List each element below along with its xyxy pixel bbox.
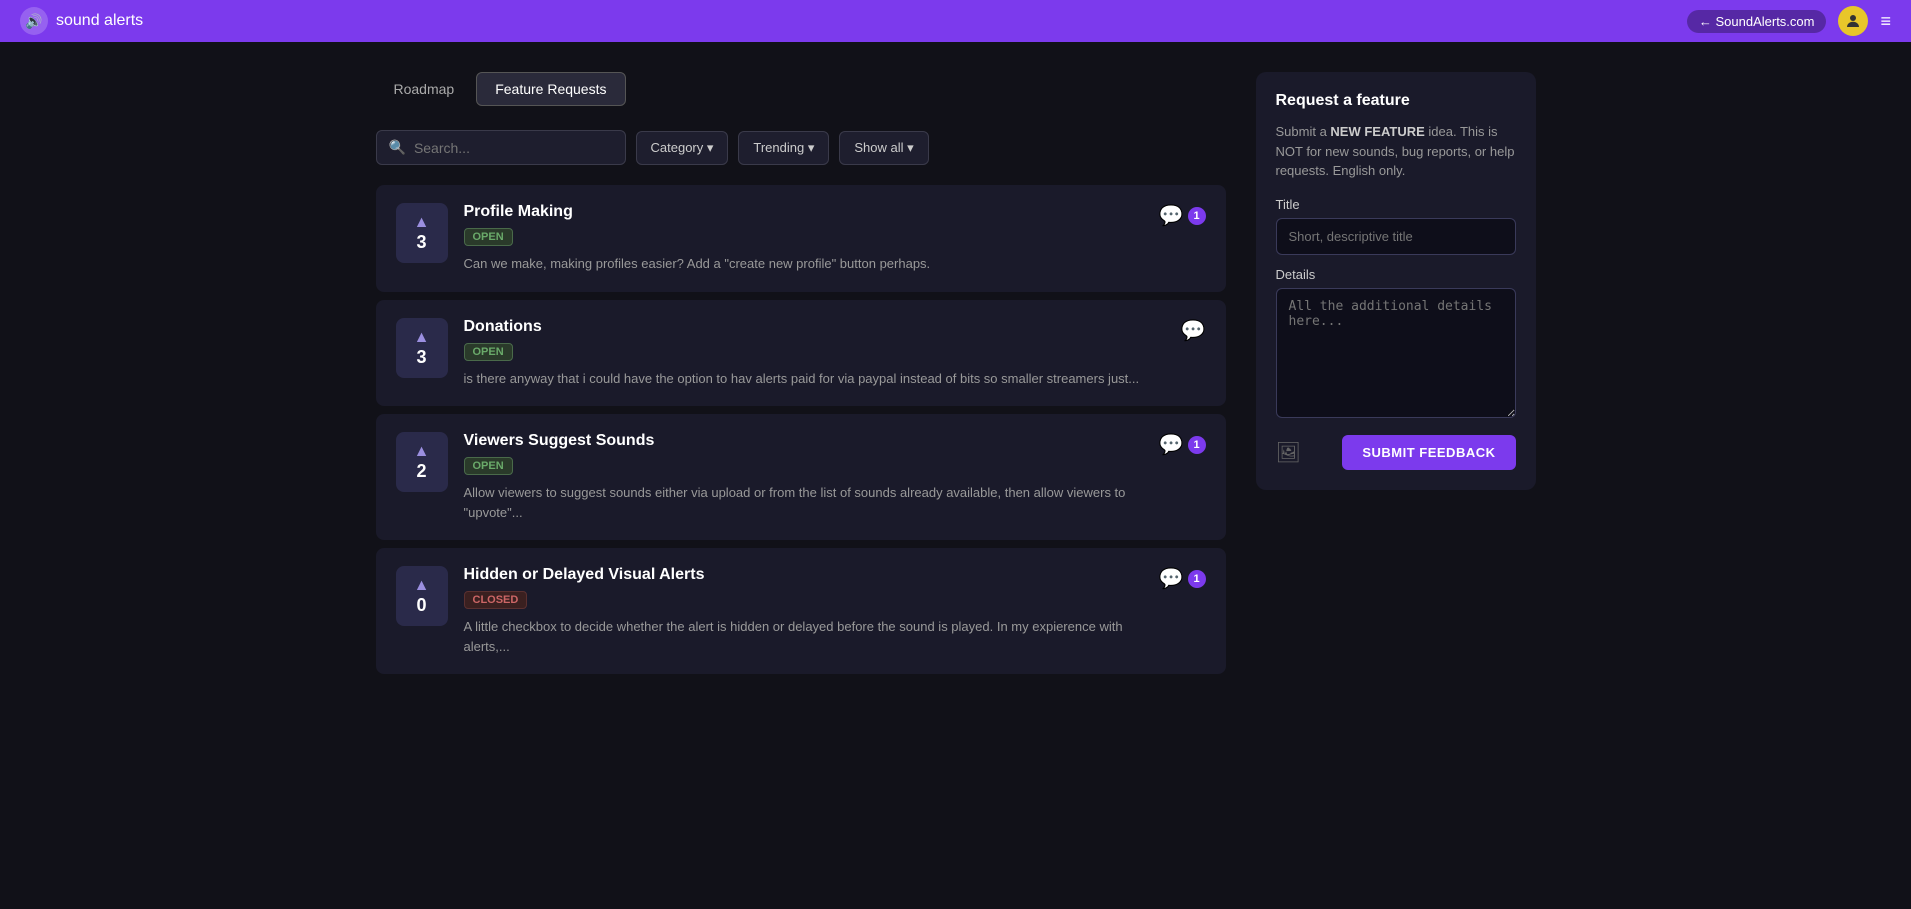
comment-icon: 💬 (1159, 203, 1184, 228)
avatar[interactable] (1838, 6, 1868, 36)
logo-icon: 🔊 (20, 7, 48, 35)
comment-bubble[interactable]: 💬 (1181, 318, 1206, 343)
vote-count: 0 (416, 596, 426, 614)
search-icon: 🔍 (389, 139, 406, 156)
trending-filter-button[interactable]: Trending ▾ (738, 131, 829, 165)
comment-count: 1 (1188, 207, 1206, 225)
vote-count: 2 (416, 462, 426, 480)
feature-title: Viewers Suggest Sounds (464, 432, 1133, 450)
vote-box[interactable]: ▲ 3 (396, 203, 448, 263)
details-label: Details (1276, 267, 1516, 282)
search-input[interactable] (414, 140, 613, 156)
comment-icon: 💬 (1159, 432, 1184, 457)
feature-description: Can we make, making profiles easier? Add… (464, 254, 1133, 274)
comment-bubble[interactable]: 💬 1 (1159, 203, 1206, 228)
category-filter-button[interactable]: Category ▾ (636, 131, 729, 165)
hamburger-menu-icon[interactable]: ≡ (1880, 11, 1891, 32)
comment-count: 1 (1188, 570, 1206, 588)
feature-card: ▲ 0 Hidden or Delayed Visual Alerts CLOS… (376, 548, 1226, 674)
search-filters: 🔍 Category ▾ Trending ▾ Show all ▾ (376, 130, 1226, 165)
comment-bubble[interactable]: 💬 1 (1159, 432, 1206, 457)
show-all-filter-button[interactable]: Show all ▾ (839, 131, 928, 165)
back-link[interactable]: ← SoundAlerts.com (1687, 10, 1827, 33)
title-form-group: Title (1276, 197, 1516, 255)
request-panel-description: Submit a NEW FEATURE idea. This is NOT f… (1276, 122, 1516, 181)
feature-content: Profile Making OPEN Can we make, making … (464, 203, 1133, 274)
status-badge: CLOSED (464, 591, 528, 609)
submit-feedback-button[interactable]: SUBMIT FEEDBACK (1342, 435, 1515, 470)
comment-icon: 💬 (1159, 566, 1184, 591)
feature-content: Hidden or Delayed Visual Alerts CLOSED A… (464, 566, 1133, 656)
main-content: Roadmap Feature Requests 🔍 Category ▾ Tr… (356, 42, 1556, 704)
vote-up-arrow-icon: ▲ (414, 215, 430, 231)
tabs: Roadmap Feature Requests (376, 72, 1226, 106)
vote-box[interactable]: ▲ 0 (396, 566, 448, 626)
comment-bubble[interactable]: 💬 1 (1159, 566, 1206, 591)
feature-description: is there anyway that i could have the op… (464, 369, 1155, 389)
vote-up-arrow-icon: ▲ (414, 444, 430, 460)
search-box: 🔍 (376, 130, 626, 165)
header: 🔊 sound alerts ← SoundAlerts.com ≡ (0, 0, 1911, 42)
vote-count: 3 (416, 348, 426, 366)
details-textarea[interactable] (1276, 288, 1516, 418)
feature-content: Viewers Suggest Sounds OPEN Allow viewer… (464, 432, 1133, 522)
vote-up-arrow-icon: ▲ (414, 578, 430, 594)
feature-title: Profile Making (464, 203, 1133, 221)
right-column: Request a feature Submit a NEW FEATURE i… (1256, 72, 1536, 674)
status-badge: OPEN (464, 228, 513, 246)
vote-up-arrow-icon: ▲ (414, 330, 430, 346)
title-input[interactable] (1276, 218, 1516, 255)
title-label: Title (1276, 197, 1516, 212)
left-column: Roadmap Feature Requests 🔍 Category ▾ Tr… (376, 72, 1226, 674)
vote-box[interactable]: ▲ 2 (396, 432, 448, 492)
feature-card: ▲ 2 Viewers Suggest Sounds OPEN Allow vi… (376, 414, 1226, 540)
request-panel-title: Request a feature (1276, 92, 1516, 110)
attach-icon[interactable]: 🖼 (1276, 440, 1301, 465)
status-badge: OPEN (464, 343, 513, 361)
back-link-text: ← SoundAlerts.com (1699, 14, 1815, 29)
tab-feature-requests[interactable]: Feature Requests (476, 72, 625, 106)
feature-list: ▲ 3 Profile Making OPEN Can we make, mak… (376, 185, 1226, 674)
status-badge: OPEN (464, 457, 513, 475)
comment-count: 1 (1188, 436, 1206, 454)
feature-description: A little checkbox to decide whether the … (464, 617, 1133, 656)
details-form-group: Details (1276, 267, 1516, 423)
request-panel: Request a feature Submit a NEW FEATURE i… (1256, 72, 1536, 490)
logo: 🔊 sound alerts (20, 7, 143, 35)
comment-icon: 💬 (1181, 318, 1206, 343)
logo-text: sound alerts (56, 12, 143, 30)
feature-title: Hidden or Delayed Visual Alerts (464, 566, 1133, 584)
header-right: ← SoundAlerts.com ≡ (1687, 6, 1891, 36)
feature-card: ▲ 3 Donations OPEN is there anyway that … (376, 300, 1226, 407)
feature-description: Allow viewers to suggest sounds either v… (464, 483, 1133, 522)
vote-count: 3 (416, 233, 426, 251)
form-footer: 🖼 SUBMIT FEEDBACK (1276, 435, 1516, 470)
feature-card: ▲ 3 Profile Making OPEN Can we make, mak… (376, 185, 1226, 292)
vote-box[interactable]: ▲ 3 (396, 318, 448, 378)
tab-roadmap[interactable]: Roadmap (376, 72, 473, 106)
feature-content: Donations OPEN is there anyway that i co… (464, 318, 1155, 389)
feature-title: Donations (464, 318, 1155, 336)
